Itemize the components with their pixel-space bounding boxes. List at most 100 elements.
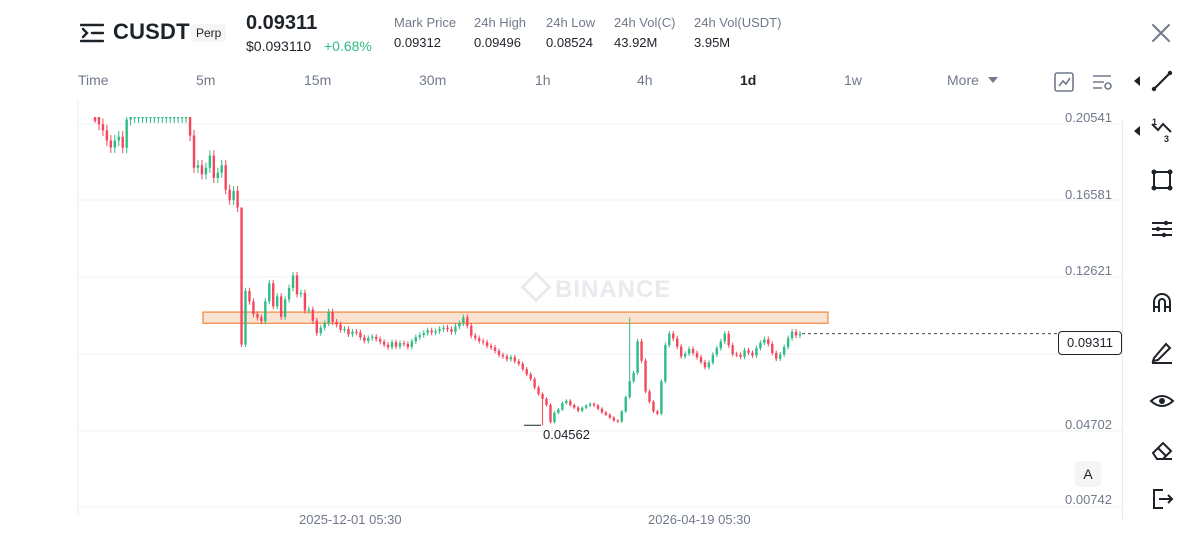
candle-body xyxy=(763,339,766,343)
candle-body xyxy=(513,357,517,362)
candle-body xyxy=(256,314,259,318)
eraser-icon[interactable] xyxy=(1149,437,1175,463)
candle-body xyxy=(557,409,560,413)
candle-body xyxy=(176,117,180,119)
candle-body xyxy=(422,332,425,336)
candle-body xyxy=(216,172,219,178)
candle-body xyxy=(660,381,663,414)
exit-icon[interactable] xyxy=(1149,486,1175,512)
candle-body xyxy=(719,341,722,349)
candle-body xyxy=(470,325,473,336)
candle-body xyxy=(521,363,524,370)
candle-body xyxy=(679,346,683,357)
svg-text:1: 1 xyxy=(1152,118,1157,127)
candle-body xyxy=(442,327,445,330)
candle-body xyxy=(323,323,326,328)
expand-left-icon[interactable] xyxy=(1133,126,1141,136)
y-tick-label: 0.20541 xyxy=(1065,110,1112,125)
candle-body xyxy=(648,391,651,402)
candle-body xyxy=(109,140,113,148)
candle-body xyxy=(592,403,596,406)
candle-body xyxy=(180,117,184,119)
pen-icon[interactable] xyxy=(1149,339,1175,365)
trend-line-icon[interactable] xyxy=(1149,68,1175,94)
candle-body xyxy=(212,155,216,178)
candle-body xyxy=(687,348,691,354)
candle-body xyxy=(715,348,719,355)
candle-body xyxy=(466,317,469,326)
candle-body xyxy=(283,299,287,317)
candle-body xyxy=(644,360,647,392)
candle-body xyxy=(620,411,623,422)
candle-body xyxy=(161,117,164,119)
candle-body xyxy=(767,339,770,344)
candle-body xyxy=(549,404,552,423)
candle-body xyxy=(275,296,279,307)
candle-body xyxy=(375,336,378,340)
candle-body xyxy=(474,335,477,339)
candles xyxy=(93,117,802,426)
expand-left-icon[interactable] xyxy=(1133,76,1141,86)
candle-body xyxy=(545,398,548,405)
candle-body xyxy=(355,331,358,333)
candle-body xyxy=(481,341,485,343)
candle-body xyxy=(224,165,227,190)
candle-body xyxy=(386,344,390,348)
candle-body xyxy=(600,408,604,413)
auto-scale-button[interactable]: A xyxy=(1075,461,1101,487)
settings-lines-icon[interactable] xyxy=(1149,216,1175,242)
candle-body xyxy=(529,374,532,380)
candle-body xyxy=(525,369,528,375)
candle-body xyxy=(580,407,584,411)
candle-body xyxy=(778,354,782,359)
candle-body xyxy=(790,331,794,339)
eye-icon[interactable] xyxy=(1149,388,1175,414)
candle-body xyxy=(628,381,631,398)
candle-body xyxy=(157,117,160,119)
candle-body xyxy=(608,414,612,418)
candle-body xyxy=(137,117,140,119)
candle-body xyxy=(636,341,639,373)
candle-body xyxy=(192,135,196,168)
candle-body xyxy=(584,405,588,408)
candle-body xyxy=(640,341,643,361)
candle-body xyxy=(252,301,255,315)
candle-body xyxy=(434,331,437,333)
candle-body xyxy=(125,119,128,148)
candle-body xyxy=(291,275,295,288)
candle-body xyxy=(327,311,330,324)
x-tick-label: 2025-12-01 05:30 xyxy=(299,512,402,527)
rectangle-icon[interactable] xyxy=(1149,167,1175,193)
candle-body xyxy=(382,341,386,345)
candle-body xyxy=(501,354,505,357)
y-tick-label: 0.12621 xyxy=(1065,263,1112,278)
candle-body xyxy=(561,403,564,410)
candle-body xyxy=(739,354,742,357)
candle-body xyxy=(287,287,291,300)
candle-body xyxy=(462,317,465,324)
y-tick-label: 0.04702 xyxy=(1065,417,1112,432)
binance-watermark: BINANCE xyxy=(520,271,671,304)
candle-body xyxy=(359,332,362,338)
fibonacci-icon[interactable]: 31 xyxy=(1149,118,1175,144)
candle-body xyxy=(573,405,576,408)
candle-body xyxy=(117,136,120,141)
magnet-icon[interactable] xyxy=(1149,290,1175,316)
candle-body xyxy=(121,136,124,148)
candle-body xyxy=(493,347,497,351)
candle-body xyxy=(695,352,699,358)
candle-body xyxy=(418,335,421,338)
candle-body xyxy=(505,356,509,360)
candle-body xyxy=(105,130,109,141)
candle-body xyxy=(691,348,695,353)
candle-body xyxy=(141,117,144,119)
candle-body xyxy=(169,117,172,119)
candle-body xyxy=(699,357,703,363)
candle-body xyxy=(260,317,263,322)
candle-body xyxy=(398,343,402,347)
candle-body xyxy=(145,117,148,119)
candle-body xyxy=(676,338,679,347)
candle-body xyxy=(477,338,481,342)
candle-body xyxy=(188,117,192,136)
candle-body xyxy=(588,403,592,406)
